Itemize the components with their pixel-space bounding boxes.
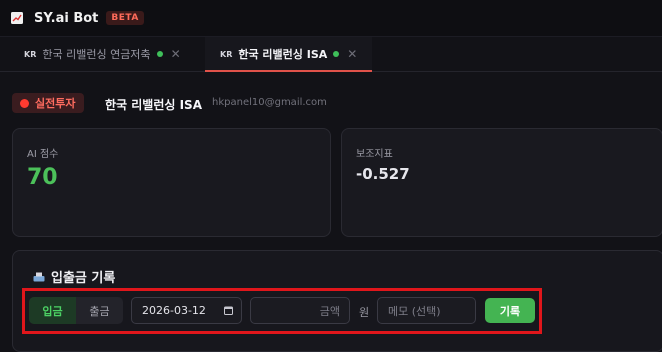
record-title-text: 입출금 기록 — [51, 271, 116, 286]
amount-placeholder: 금액 — [319, 304, 340, 318]
date-value: 2026-03-12 — [142, 304, 206, 317]
live-mode-badge: 실전투자 — [12, 93, 85, 113]
withdraw-button[interactable]: 출금 — [76, 297, 123, 324]
beta-badge: BETA — [106, 11, 144, 25]
record-dot-icon — [20, 98, 29, 108]
record-title: 입출금 기록 — [33, 267, 115, 286]
indicator-value: -0.527 — [356, 165, 410, 183]
ai-score-value: 70 — [27, 165, 58, 190]
mode-label: 실전투자 — [35, 97, 76, 110]
tab-isa[interactable]: KR 한국 리밸런싱 ISA ✕ — [205, 37, 372, 72]
indicator-label: 보조지표 — [356, 149, 393, 160]
memo-placeholder: 메모 (선택) — [388, 304, 441, 318]
tab-pension[interactable]: KR 한국 리밸런싱 연금저축 ✕ — [0, 37, 204, 71]
tab-label: 한국 리밸런싱 연금저축 — [42, 48, 151, 61]
tab-bar: KR 한국 리밸런싱 연금저축 ✕ KR 한국 리밸런싱 ISA ✕ — [0, 37, 662, 72]
ai-score-label: AI 점수 — [27, 149, 59, 160]
date-input[interactable]: 2026-03-12 — [131, 297, 242, 324]
app-title: SY.ai Bot — [34, 10, 99, 26]
memo-input[interactable]: 메모 (선택) — [377, 297, 476, 324]
chart-icon — [11, 12, 23, 24]
flag-label: KR — [24, 49, 37, 59]
calendar-icon[interactable] — [224, 306, 233, 315]
currency-unit: 원 — [359, 306, 370, 319]
status-dot — [333, 51, 340, 57]
close-icon[interactable]: ✕ — [171, 47, 181, 61]
ai-score-card: AI 점수 70 — [12, 128, 331, 237]
title-bar: SY.ai Bot BETA — [0, 0, 662, 37]
tab-label: 한국 리밸런싱 ISA — [238, 48, 328, 61]
indicator-card: 보조지표 -0.527 — [341, 128, 662, 237]
record-button[interactable]: 기록 — [485, 298, 535, 323]
account-name: 한국 리밸런싱 ISA — [105, 98, 202, 112]
inbox-icon — [33, 272, 45, 281]
deposit-button[interactable]: 입금 — [29, 297, 76, 324]
account-email: hkpanel10@gmail.com — [212, 97, 327, 108]
type-toggle[interactable]: 입금 출금 — [29, 297, 123, 324]
amount-input[interactable]: 금액 — [250, 297, 350, 324]
close-icon[interactable]: ✕ — [347, 47, 357, 61]
flag-label: KR — [220, 49, 233, 59]
status-dot — [156, 51, 163, 57]
